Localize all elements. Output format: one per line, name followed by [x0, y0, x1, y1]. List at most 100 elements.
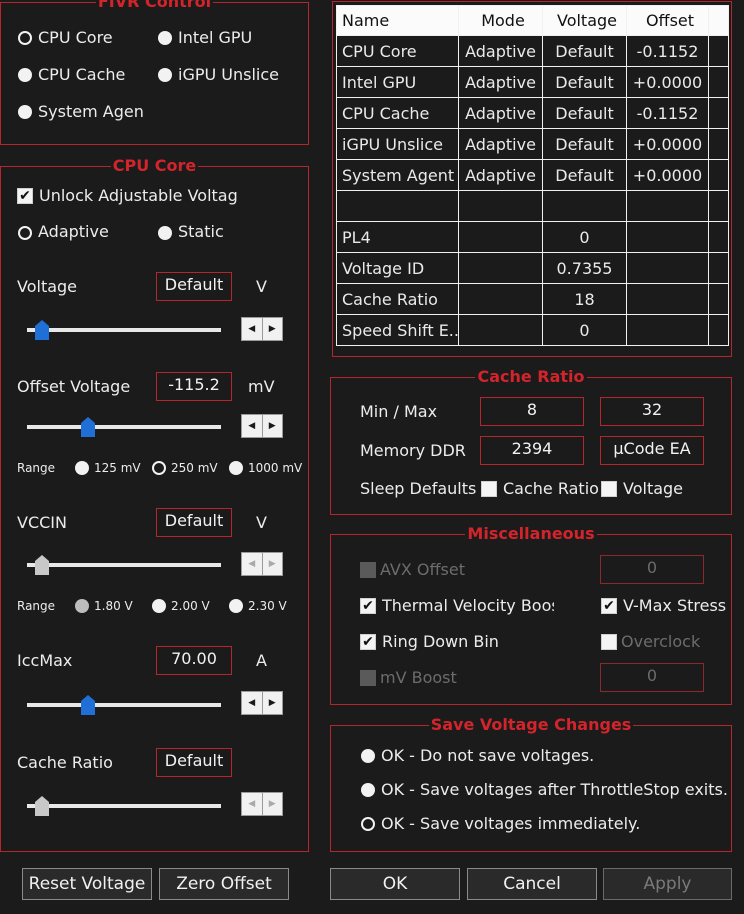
ucode-field: µCode EA — [600, 436, 704, 465]
radio-save-none[interactable] — [361, 749, 375, 763]
radio-range-1000mv[interactable] — [229, 461, 243, 475]
spin-left-icon[interactable]: ◀ — [242, 415, 263, 437]
radio-save-immediately[interactable] — [361, 817, 375, 831]
avx-offset-field[interactable]: 0 — [600, 555, 704, 584]
mv-boost-checkbox[interactable] — [360, 670, 376, 686]
table-cell-spacer — [708, 252, 729, 284]
radio-system-agent[interactable] — [18, 105, 32, 119]
offset-slider-thumb[interactable] — [81, 417, 96, 437]
iccmax-slider-track[interactable] — [27, 703, 221, 707]
table-cell: Intel GPU — [336, 66, 459, 98]
iccmax-field[interactable]: 70.00 — [156, 646, 232, 675]
table-header-cell[interactable]: Voltage — [542, 5, 627, 36]
radio-cpu-core[interactable] — [18, 31, 32, 45]
vccin-spinner[interactable]: ◀ ▶ — [241, 552, 283, 576]
memory-ddr-field: 2394 — [480, 436, 584, 465]
table-cell: CPU Core — [336, 35, 459, 67]
spin-right-icon[interactable]: ▶ — [263, 692, 283, 714]
table-cell: 0.7355 — [542, 252, 627, 284]
reset-voltage-button[interactable]: Reset Voltage — [22, 868, 152, 900]
radio-cpu-cache[interactable] — [18, 68, 32, 82]
table-row[interactable] — [336, 190, 729, 222]
voltage-spinner[interactable]: ◀ ▶ — [241, 317, 283, 341]
radio-range-250mv[interactable] — [152, 461, 166, 475]
voltage-field[interactable]: Default — [156, 272, 232, 301]
table-cell-spacer — [708, 283, 729, 315]
sleep-voltage-checkbox[interactable] — [601, 481, 617, 497]
memory-ddr-label: Memory DDR — [360, 441, 466, 460]
table-row[interactable]: PL4 0 — [336, 221, 729, 253]
radio-range-125mv[interactable] — [75, 461, 89, 475]
spin-right-icon[interactable]: ▶ — [263, 415, 283, 437]
voltage-slider-track[interactable] — [27, 328, 221, 332]
sleep-cache-ratio-checkbox[interactable] — [481, 481, 497, 497]
overclock-checkbox[interactable] — [601, 634, 617, 650]
cache-slider-thumb[interactable] — [34, 796, 49, 816]
offset-slider-track[interactable] — [27, 425, 221, 429]
max-ratio-field[interactable]: 32 — [600, 397, 704, 426]
spin-left-icon[interactable]: ◀ — [242, 692, 263, 714]
vccin-slider-thumb[interactable] — [34, 555, 49, 575]
apply-button[interactable]: Apply — [603, 868, 732, 900]
table-row[interactable]: System Agent Adaptive Default +0.0000 — [336, 159, 729, 191]
table-row[interactable]: Voltage ID 0.7355 — [336, 252, 729, 284]
iccmax-slider-thumb[interactable] — [81, 695, 96, 715]
offset-spinner[interactable]: ◀ ▶ — [241, 414, 283, 438]
iccmax-spinner[interactable]: ◀ ▶ — [241, 691, 283, 715]
table-header-spacer — [708, 5, 729, 36]
avx-offset-label: AVX Offset — [380, 560, 465, 579]
table-header-cell[interactable]: Name — [336, 5, 459, 36]
voltage-slider-thumb[interactable] — [34, 320, 49, 340]
table-row[interactable]: Speed Shift E... 0 — [336, 314, 729, 346]
vmax-stress-checkbox[interactable]: ✔ — [601, 598, 617, 614]
radio-vccin-200[interactable] — [152, 599, 166, 613]
table-cell: System Agent — [336, 159, 459, 191]
avx-offset-checkbox[interactable] — [360, 562, 376, 578]
sleep-cache-ratio-label: Cache Ratio — [503, 479, 599, 498]
min-ratio-field[interactable]: 8 — [480, 397, 584, 426]
vccin-slider-track[interactable] — [27, 563, 221, 567]
unlock-voltage-checkbox[interactable]: ✔ — [17, 188, 33, 204]
table-cell: Cache Ratio — [336, 283, 459, 315]
radio-igpu-unslice[interactable] — [158, 68, 172, 82]
spin-left-icon[interactable]: ◀ — [242, 318, 263, 340]
cache-ratio-field[interactable]: Default — [156, 748, 232, 777]
table-cell: Default — [542, 66, 627, 98]
radio-intel-gpu[interactable] — [158, 31, 172, 45]
table-header-cell[interactable]: Offset — [626, 5, 709, 36]
radio-static[interactable] — [158, 226, 172, 240]
table-row[interactable]: CPU Core Adaptive Default -0.1152 — [336, 35, 729, 67]
table-cell-spacer — [708, 128, 729, 160]
tvb-checkbox[interactable]: ✔ — [360, 598, 376, 614]
table-cell — [626, 314, 709, 346]
table-cell: 18 — [542, 283, 627, 315]
radio-vccin-230[interactable] — [229, 599, 243, 613]
ring-down-bin-checkbox[interactable]: ✔ — [360, 634, 376, 650]
cache-slider-track[interactable] — [27, 804, 221, 808]
vccin-field[interactable]: Default — [156, 508, 232, 537]
label-system-agent: System Agen — [38, 102, 144, 121]
spin-right-icon[interactable]: ▶ — [263, 793, 283, 815]
spin-left-icon[interactable]: ◀ — [242, 793, 263, 815]
table-cell: Default — [542, 159, 627, 191]
spin-right-icon[interactable]: ▶ — [263, 318, 283, 340]
cancel-button[interactable]: Cancel — [467, 868, 597, 900]
table-header-cell[interactable]: Mode — [458, 5, 543, 36]
spin-right-icon[interactable]: ▶ — [263, 553, 283, 575]
offset-field[interactable]: -115.2 — [156, 372, 232, 401]
table-row[interactable]: CPU Cache Adaptive Default -0.1152 — [336, 97, 729, 129]
spin-left-icon[interactable]: ◀ — [242, 553, 263, 575]
radio-save-exit[interactable] — [361, 783, 375, 797]
table-row[interactable]: iGPU Unslice Adaptive Default +0.0000 — [336, 128, 729, 160]
radio-adaptive[interactable] — [18, 226, 32, 240]
mv-boost-field[interactable]: 0 — [600, 663, 704, 692]
table-cell: PL4 — [336, 221, 459, 253]
ok-button[interactable]: OK — [330, 868, 460, 900]
table-row[interactable]: Intel GPU Adaptive Default +0.0000 — [336, 66, 729, 98]
table-row[interactable]: Cache Ratio 18 — [336, 283, 729, 315]
radio-vccin-180[interactable] — [75, 599, 89, 613]
cache-spinner[interactable]: ◀ ▶ — [241, 792, 283, 816]
table-cell: Default — [542, 35, 627, 67]
label-cpu-core: CPU Core — [38, 28, 113, 47]
zero-offset-button[interactable]: Zero Offset — [159, 868, 289, 900]
